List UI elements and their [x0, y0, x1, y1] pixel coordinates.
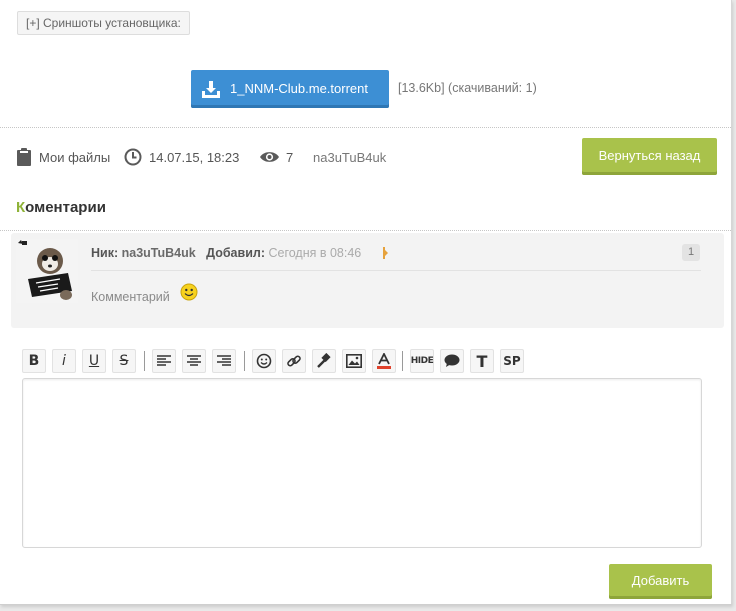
comment-panel: [+] Сриншоты установщика: 1_NNM-Club.me.…: [0, 0, 732, 605]
comment-separator: [91, 270, 701, 271]
align-left-button[interactable]: [152, 349, 176, 373]
added-label: Добавил:: [206, 246, 265, 260]
clock-icon: [124, 148, 142, 166]
hammer-icon: [317, 353, 331, 368]
comment-textarea[interactable]: [22, 378, 702, 548]
align-right-button[interactable]: [212, 349, 236, 373]
clipboard-icon: [17, 148, 31, 166]
divider: [0, 127, 731, 128]
eye-icon: [260, 152, 279, 162]
smiley-outline-icon: [256, 353, 272, 369]
comments-heading-rest: оментарии: [25, 199, 106, 216]
post-date-text: 14.07.15, 18:23: [149, 149, 240, 165]
comment-date: Сегодня в 08:46: [268, 246, 362, 260]
hammer-button[interactable]: [312, 349, 336, 373]
align-center-icon: [187, 355, 201, 366]
spoiler-button[interactable]: SP: [500, 349, 524, 373]
image-button[interactable]: [342, 349, 366, 373]
add-comment-button[interactable]: Добавить: [609, 564, 712, 599]
smiley-icon: [180, 283, 198, 301]
font-button[interactable]: T: [470, 349, 494, 373]
comments-heading: Коментарии: [16, 199, 106, 216]
hide-button[interactable]: HIDE: [410, 349, 434, 373]
avatar[interactable]: [16, 239, 78, 303]
comment-number-badge: 1: [682, 244, 700, 261]
align-left-icon: [157, 355, 171, 366]
download-meta: [13.6Kb] (скачиваний: 1): [398, 81, 537, 95]
toolbar-separator: [402, 351, 403, 371]
comments-heading-initial: К: [16, 199, 26, 216]
ferret-avatar-image: [16, 239, 78, 303]
emoticon-button[interactable]: [252, 349, 276, 373]
download-filename: 1_NNM-Club.me.torrent: [230, 81, 368, 96]
toolbar-separator: [244, 351, 245, 371]
comment-author[interactable]: na3uTuB4uk: [122, 246, 196, 260]
link-button[interactable]: [282, 349, 306, 373]
download-torrent-button[interactable]: 1_NNM-Club.me.torrent: [191, 70, 389, 108]
flag-marker-icon[interactable]: [383, 247, 388, 259]
link-icon: [287, 355, 301, 367]
divider: [0, 230, 731, 231]
quote-button[interactable]: [440, 349, 464, 373]
text-color-icon: [377, 353, 391, 369]
view-count: 7: [259, 146, 293, 168]
align-center-button[interactable]: [182, 349, 206, 373]
text-color-button[interactable]: [372, 349, 396, 373]
bold-button[interactable]: B: [22, 349, 46, 373]
post-date: 14.07.15, 18:23: [124, 146, 239, 168]
speech-bubble-icon: [444, 354, 460, 367]
align-right-icon: [217, 355, 231, 366]
nick-label: Ник:: [91, 246, 119, 260]
comment-header: Ник: na3uTuB4uk Добавил: Сегодня в 08:46: [91, 246, 361, 260]
my-files-link[interactable]: Мои файлы: [17, 146, 110, 168]
author-link[interactable]: na3uTuB4uk: [313, 146, 386, 168]
toolbar-separator: [144, 351, 145, 371]
strikethrough-button[interactable]: S: [112, 349, 136, 373]
screenshots-spoiler-toggle[interactable]: [+] Сриншоты установщика:: [17, 11, 190, 35]
download-icon: [202, 81, 220, 98]
image-icon: [346, 354, 362, 368]
italic-button[interactable]: i: [52, 349, 76, 373]
comment-text: Комментарий: [91, 290, 170, 304]
view-count-text: 7: [286, 149, 294, 165]
underline-button[interactable]: U: [82, 349, 106, 373]
my-files-label: Мои файлы: [39, 149, 111, 165]
back-button[interactable]: Вернуться назад: [582, 138, 717, 175]
